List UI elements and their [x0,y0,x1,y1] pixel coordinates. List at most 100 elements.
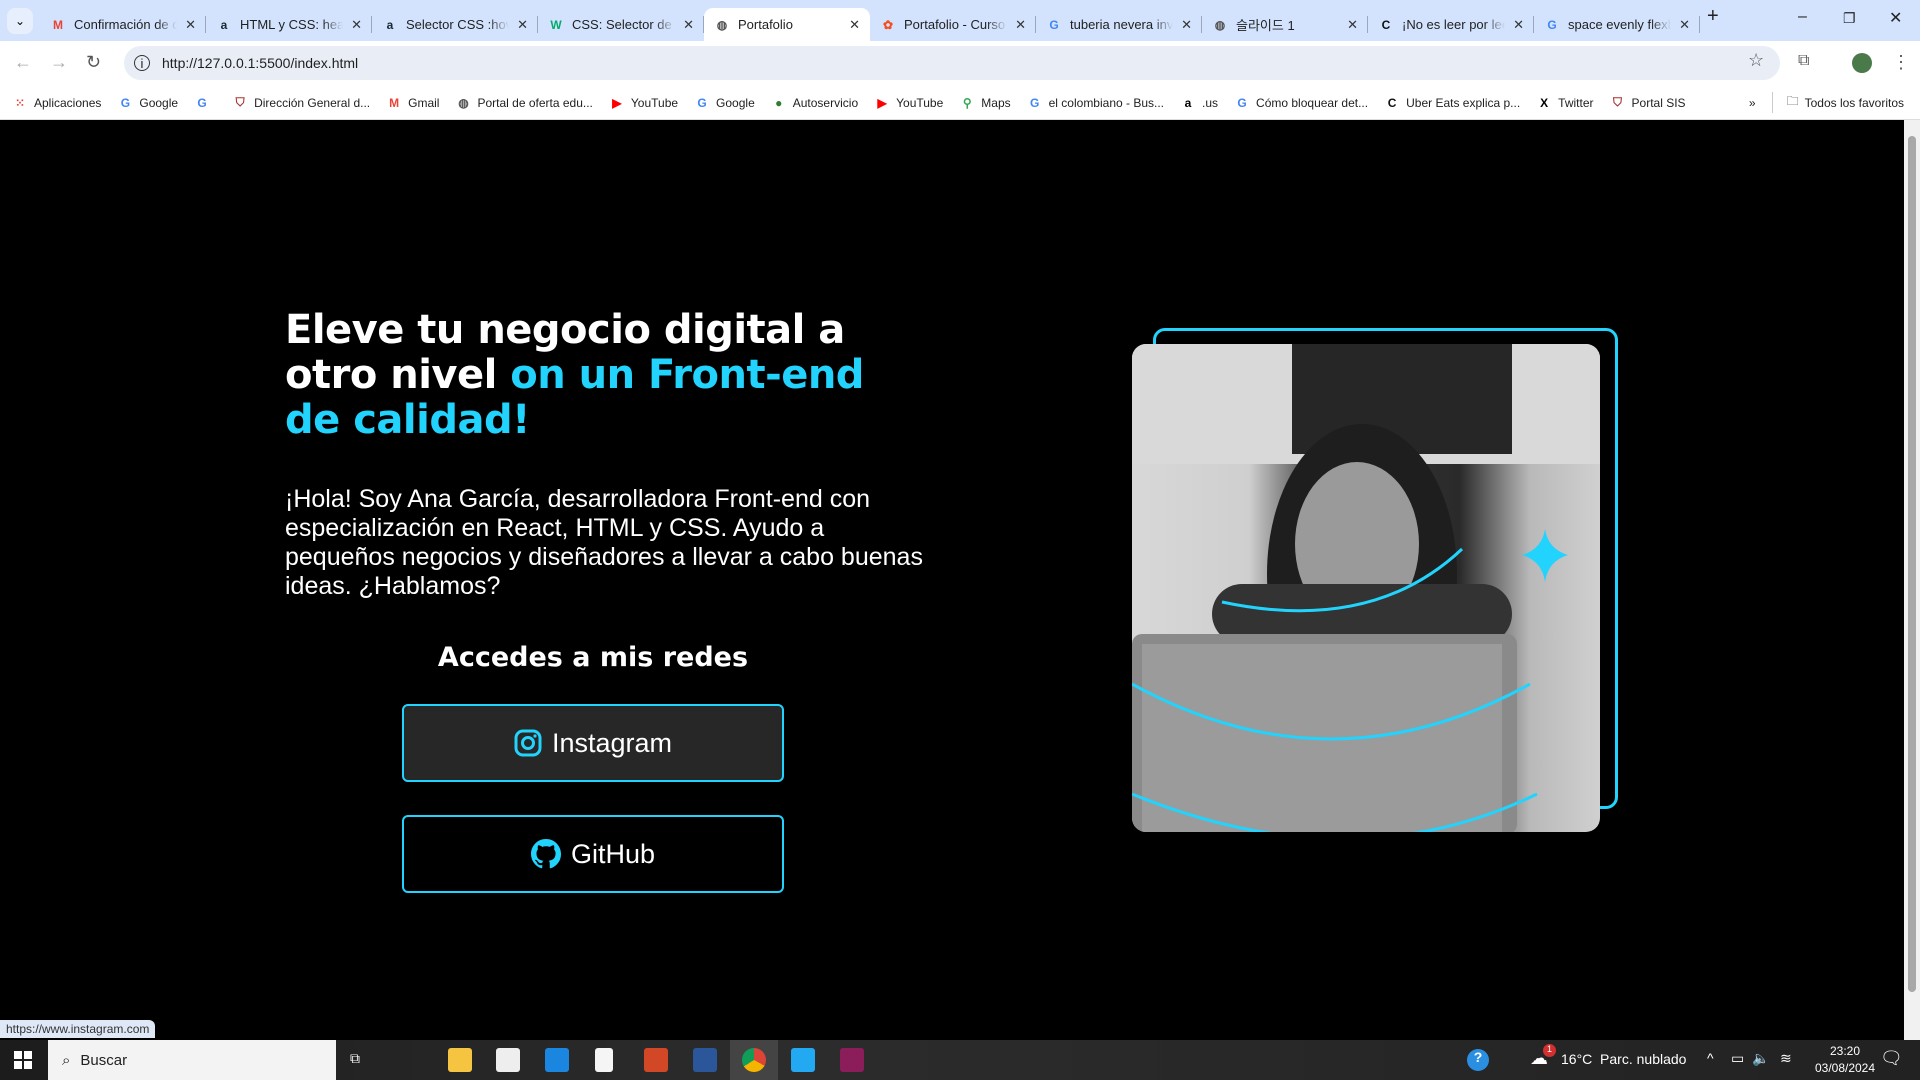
bookmark-item[interactable]: G Google [117,95,178,111]
back-button[interactable]: ← [14,52,32,73]
bookmark-label: YouTube [896,95,944,110]
weather-text[interactable]: 16°C Parc. nublado [1561,1051,1686,1067]
tab-7[interactable]: ◍ 슬라이드 1 ✕ [1202,8,1368,41]
bookmark-star-icon[interactable]: ☆ [1748,50,1764,71]
clock-date[interactable]: 03/08/2024 [1805,1061,1885,1075]
bookmarks-overflow-button[interactable]: » [1749,96,1756,110]
volume-icon[interactable]: 🔈 [1752,1050,1769,1067]
mail-icon[interactable] [545,1048,569,1072]
scrollbar-thumb[interactable] [1908,136,1916,992]
bookmark-item[interactable]: ▶ YouTube [609,95,678,111]
word-icon[interactable] [693,1048,717,1072]
bookmark-label: Aplicaciones [34,95,102,110]
all-bookmarks-button[interactable]: 🗀 Todos los favoritos [1771,92,1904,113]
bookmark-label: Uber Eats explica p... [1406,95,1521,110]
close-tab-icon[interactable]: ✕ [351,17,362,33]
search-placeholder: Buscar [80,1051,128,1069]
store-icon[interactable] [496,1048,520,1072]
bookmark-item[interactable]: M Gmail [386,95,439,111]
bookmark-label: el colombiano - Bus... [1048,95,1165,110]
bookmark-item[interactable]: G Cómo bloquear det... [1234,95,1368,111]
w3schools-icon: W [550,17,562,32]
close-tab-icon[interactable]: ✕ [1679,17,1690,33]
tab-1[interactable]: a HTML y CSS: head ✕ [206,8,372,41]
new-tab-button[interactable]: + [1707,5,1719,28]
meet-icon[interactable]: ▭ [1731,1050,1744,1067]
apps-grid-icon: ⁙ [14,95,26,110]
bookmark-item[interactable]: ◍ Portal de oferta edu... [455,95,593,111]
bookmark-item[interactable]: G [194,95,216,111]
bookmark-item[interactable]: a .us [1180,95,1218,111]
close-tab-icon[interactable]: ✕ [1181,17,1192,33]
tab-search-button[interactable]: ⌄ [7,8,33,34]
forward-button[interactable]: → [50,52,68,73]
task-view-icon[interactable]: ⧉ [350,1050,360,1067]
tab-5[interactable]: ✿ Portafolio - Curso ✕ [870,8,1036,41]
winrar-icon[interactable] [840,1048,864,1072]
bookmark-item[interactable]: ⛉ Portal SIS [1610,95,1686,111]
vertical-scrollbar[interactable] [1904,120,1920,1040]
bookmark-item[interactable]: ⛉ Dirección General d... [232,95,371,111]
reload-button[interactable]: ↻ [86,52,101,73]
chrome-taskbar-item[interactable] [730,1040,778,1080]
hero-title: Eleve tu negocio digital a otro nivel on… [285,307,864,443]
tab-8[interactable]: C ¡No es leer por lee ✕ [1368,8,1534,41]
tab-3[interactable]: W CSS: Selector de p ✕ [538,8,704,41]
windows-start-button[interactable] [14,1051,32,1069]
amazon-icon: a [1184,95,1192,110]
tab-title: HTML y CSS: head [240,17,344,32]
close-tab-icon[interactable]: ✕ [1513,17,1524,33]
bookmark-item[interactable]: G Google [694,95,754,111]
bookmark-item[interactable]: ⚲ Maps [959,95,1011,111]
bookmarks-bar: ⁙ Aplicaciones G Google G ⛉ Dirección General … [0,86,1920,120]
github-button[interactable]: GitHub [402,815,784,893]
alura-icon: a [220,17,228,32]
tab-9[interactable]: Gspace evenly flexb ✕ [1534,8,1700,41]
tab-4[interactable]: ◍ Portafolio ✕ [704,8,870,41]
tab-strip: ⌄ M Confirmación de c ✕ a HTML y CSS: head ✕ a… [0,0,1920,41]
address-bar[interactable]: i http://127.0.0.1:5500/index.html [124,46,1780,80]
close-tab-icon[interactable]: ✕ [1347,17,1358,33]
bookmark-label: Gmail [408,95,440,110]
wifi-icon[interactable]: ≋ [1780,1050,1792,1067]
bookmark-item[interactable]: X Twitter [1536,95,1593,111]
tab-2[interactable]: a Selector CSS :hove ✕ [372,8,538,41]
extensions-icon[interactable]: ⧉ [1798,52,1809,70]
vscode-icon[interactable] [791,1048,815,1072]
tab-6[interactable]: Gtuberia nevera inv ✕ [1036,8,1202,41]
file-icon[interactable] [595,1048,613,1072]
close-tab-icon[interactable]: ✕ [517,17,528,33]
powerpoint-icon[interactable] [644,1048,668,1072]
bookmark-item[interactable]: ⁙ Aplicaciones [12,95,101,111]
google-icon: G [697,95,707,110]
tab-0[interactable]: M Confirmación de c ✕ [40,8,206,41]
help-icon[interactable]: ? [1467,1049,1489,1071]
restore-button[interactable]: ❐ [1843,10,1856,27]
bookmark-label: Dirección General d... [254,95,371,110]
file-explorer-icon[interactable] [448,1048,472,1072]
site-info-icon[interactable]: i [134,55,150,71]
google-icon: G [1547,17,1557,32]
google-icon: G [197,95,207,110]
clock-time[interactable]: 23:20 [1815,1044,1875,1058]
taskbar-search[interactable]: ⌕ Buscar [48,1040,336,1080]
close-tab-icon[interactable]: ✕ [1015,17,1026,33]
bookmark-item[interactable]: Gel colombiano - Bus... [1027,95,1164,111]
bookmark-item[interactable]: ▶ YouTube [874,95,944,111]
close-window-button[interactable]: ✕ [1889,8,1902,28]
url-text: http://127.0.0.1:5500/index.html [162,55,359,71]
instagram-button[interactable]: Instagram [402,704,784,782]
close-tab-icon[interactable]: ✕ [849,17,860,33]
bookmark-label: Maps [981,95,1011,110]
notifications-icon[interactable]: 🗨 [1880,1048,1903,1069]
profile-avatar[interactable] [1852,53,1872,73]
show-hidden-icons[interactable]: ^ [1707,1050,1714,1066]
close-tab-icon[interactable]: ✕ [683,17,694,33]
bookmark-item[interactable]: ● Autoservicio [771,95,858,111]
tab-title: Confirmación de c [74,17,178,32]
minimize-button[interactable]: – [1798,8,1807,26]
bookmark-item[interactable]: C Uber Eats explica p... [1384,95,1520,111]
menu-icon[interactable]: ⋮ [1892,52,1910,73]
close-tab-icon[interactable]: ✕ [185,17,196,33]
bookmark-label: Google [139,95,179,110]
